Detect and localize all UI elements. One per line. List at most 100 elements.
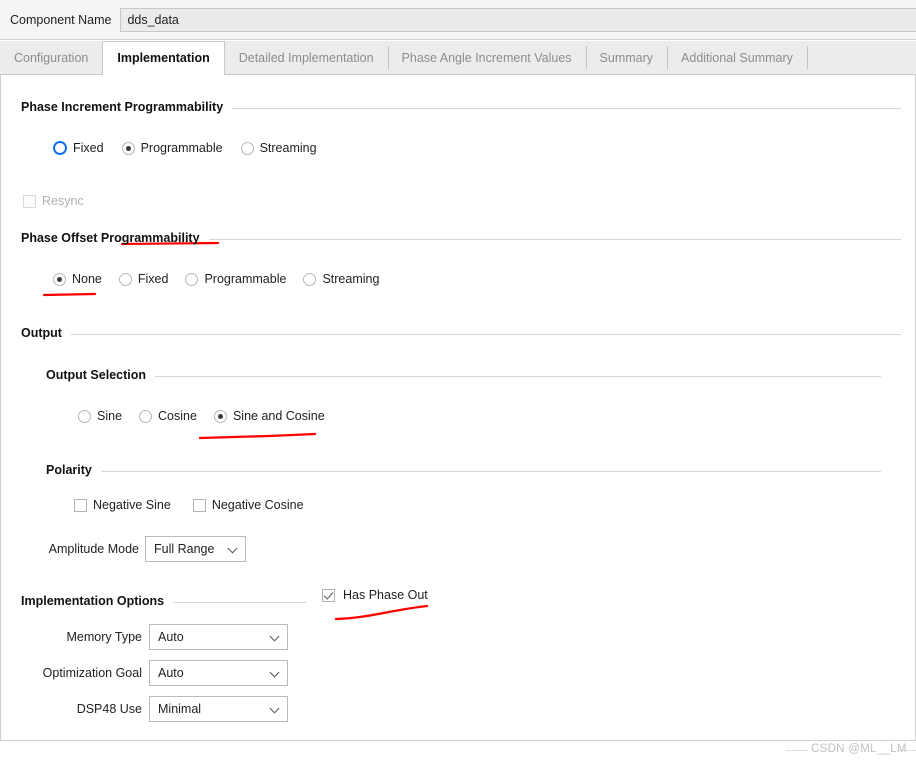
footer-strip bbox=[0, 741, 916, 768]
tab-configuration[interactable]: Configuration bbox=[0, 41, 102, 74]
section-rule bbox=[155, 375, 881, 377]
radio-icon-none bbox=[53, 272, 66, 286]
memory-type-label: Memory Type bbox=[66, 630, 143, 644]
radio-phase-increment-programmable[interactable]: Programmable bbox=[121, 141, 223, 155]
radio-phase-offset-streaming[interactable]: Streaming bbox=[303, 272, 379, 286]
radio-icon-streaming bbox=[240, 141, 254, 155]
dsp48-use-value: Minimal bbox=[158, 702, 202, 716]
implementation-panel: Phase Increment Programmability Fixed Pr… bbox=[0, 75, 916, 741]
checkbox-negative-sine[interactable]: Negative Sine bbox=[74, 498, 171, 512]
memory-type-field: Memory Type Auto bbox=[21, 624, 288, 650]
section-polarity: Polarity bbox=[46, 463, 881, 477]
tab-summary[interactable]: Summary bbox=[585, 41, 667, 74]
annotation-underline-sine-and-cosine bbox=[198, 432, 317, 440]
phase-increment-radio-group: Fixed Programmable Streaming bbox=[53, 141, 317, 155]
section-phase-offset-programmability: Phase Offset Programmability bbox=[21, 231, 901, 245]
section-phase-increment-programmability: Phase Increment Programmability bbox=[21, 100, 901, 114]
section-title-polarity: Polarity bbox=[46, 463, 92, 477]
tab-implementation[interactable]: Implementation bbox=[102, 41, 225, 75]
dsp48-use-label: DSP48 Use bbox=[76, 702, 142, 716]
chevron-down-icon bbox=[270, 704, 280, 714]
chevron-down-icon bbox=[270, 632, 280, 642]
optimization-goal-select[interactable]: Auto bbox=[149, 660, 288, 686]
checkbox-label-has-phase-out: Has Phase Out bbox=[343, 588, 428, 602]
radio-label-programmable: Programmable bbox=[204, 272, 287, 286]
radio-label-sine: Sine bbox=[97, 409, 123, 423]
radio-icon-fixed bbox=[53, 141, 67, 155]
radio-icon-sine-and-cosine bbox=[213, 409, 227, 423]
checkbox-label-resync: Resync bbox=[42, 194, 84, 208]
radio-output-cosine[interactable]: Cosine bbox=[139, 409, 197, 423]
radio-label-fixed: Fixed bbox=[73, 141, 104, 155]
checkbox-icon-has-phase-out bbox=[322, 588, 335, 602]
annotation-underline-has-phase-out bbox=[334, 604, 429, 621]
checkbox-label-negative-cosine: Negative Cosine bbox=[211, 498, 304, 512]
optimization-goal-value: Auto bbox=[158, 666, 184, 680]
radio-label-streaming: Streaming bbox=[259, 141, 317, 155]
radio-label-fixed: Fixed bbox=[137, 272, 169, 286]
radio-label-cosine: Cosine bbox=[158, 409, 197, 423]
checkbox-icon-negative-cosine bbox=[192, 498, 206, 512]
section-implementation-options: Implementation Options bbox=[21, 594, 306, 608]
tab-additional-summary[interactable]: Additional Summary bbox=[667, 41, 807, 74]
radio-icon-programmable bbox=[121, 141, 135, 155]
section-rule bbox=[70, 333, 901, 335]
radio-label-streaming: Streaming bbox=[322, 272, 380, 286]
section-title-phase-offset: Phase Offset Programmability bbox=[21, 231, 200, 245]
radio-phase-offset-none[interactable]: None bbox=[53, 272, 102, 286]
checkbox-label-negative-sine: Negative Sine bbox=[93, 498, 171, 512]
radio-output-sine[interactable]: Sine bbox=[78, 409, 122, 423]
dsp48-use-select[interactable]: Minimal bbox=[149, 696, 288, 722]
memory-type-value: Auto bbox=[158, 630, 184, 644]
radio-label-none: None bbox=[72, 272, 102, 286]
amplitude-mode-field: Amplitude Mode Full Range bbox=[46, 536, 246, 562]
amplitude-mode-value: Full Range bbox=[154, 542, 215, 556]
component-name-bar: Component Name dds_data bbox=[0, 0, 916, 40]
watermark: CSDN @ML__LM bbox=[811, 743, 907, 755]
radio-phase-increment-streaming[interactable]: Streaming bbox=[240, 141, 317, 155]
dsp48-use-field: DSP48 Use Minimal bbox=[21, 696, 288, 722]
chevron-down-icon bbox=[270, 668, 280, 678]
radio-label-programmable: Programmable bbox=[140, 141, 223, 155]
radio-icon-cosine bbox=[139, 409, 153, 423]
annotation-underline-none bbox=[42, 292, 97, 297]
checkbox-has-phase-out[interactable]: Has Phase Out bbox=[322, 588, 428, 602]
section-rule bbox=[100, 470, 881, 472]
radio-output-sine-and-cosine[interactable]: Sine and Cosine bbox=[213, 409, 325, 423]
radio-icon-sine bbox=[78, 409, 91, 423]
optimization-goal-label: Optimization Goal bbox=[42, 666, 142, 680]
radio-icon-fixed bbox=[118, 272, 132, 286]
section-output-selection: Output Selection bbox=[46, 368, 881, 382]
optimization-goal-field: Optimization Goal Auto bbox=[21, 660, 288, 686]
tab-strip-filler bbox=[806, 41, 916, 74]
component-name-input[interactable]: dds_data bbox=[120, 7, 916, 32]
watermark-rule-left bbox=[786, 750, 808, 751]
polarity-checkbox-group: Negative Sine Negative Cosine bbox=[74, 498, 304, 512]
output-selection-radio-group: Sine Cosine Sine and Cosine bbox=[78, 409, 325, 423]
radio-phase-offset-programmable[interactable]: Programmable bbox=[185, 272, 286, 286]
amplitude-mode-label: Amplitude Mode bbox=[48, 542, 139, 556]
section-rule bbox=[208, 238, 901, 240]
section-output: Output bbox=[21, 326, 901, 340]
section-title-phase-increment: Phase Increment Programmability bbox=[21, 100, 224, 114]
section-rule bbox=[173, 601, 306, 603]
checkbox-resync[interactable]: Resync bbox=[23, 194, 84, 208]
section-title-implementation-options: Implementation Options bbox=[21, 594, 165, 608]
tab-strip: Configuration Implementation Detailed Im… bbox=[0, 41, 916, 75]
radio-label-sine-and-cosine: Sine and Cosine bbox=[232, 409, 325, 423]
tab-detailed-implementation[interactable]: Detailed Implementation bbox=[225, 41, 388, 74]
radio-phase-offset-fixed[interactable]: Fixed bbox=[118, 272, 169, 286]
checkbox-icon-negative-sine bbox=[74, 498, 87, 512]
checkbox-icon-resync bbox=[23, 194, 36, 208]
component-name-label: Component Name bbox=[10, 12, 112, 27]
tab-phase-angle-increment-values[interactable]: Phase Angle Increment Values bbox=[387, 41, 586, 74]
section-title-output: Output bbox=[21, 326, 62, 340]
amplitude-mode-select[interactable]: Full Range bbox=[145, 536, 246, 562]
section-title-output-selection: Output Selection bbox=[46, 368, 146, 382]
radio-icon-streaming bbox=[303, 272, 317, 286]
memory-type-select[interactable]: Auto bbox=[149, 624, 288, 650]
radio-phase-increment-fixed[interactable]: Fixed bbox=[53, 141, 104, 155]
section-rule bbox=[232, 107, 901, 109]
chevron-down-icon bbox=[228, 544, 238, 554]
checkbox-negative-cosine[interactable]: Negative Cosine bbox=[192, 498, 304, 512]
